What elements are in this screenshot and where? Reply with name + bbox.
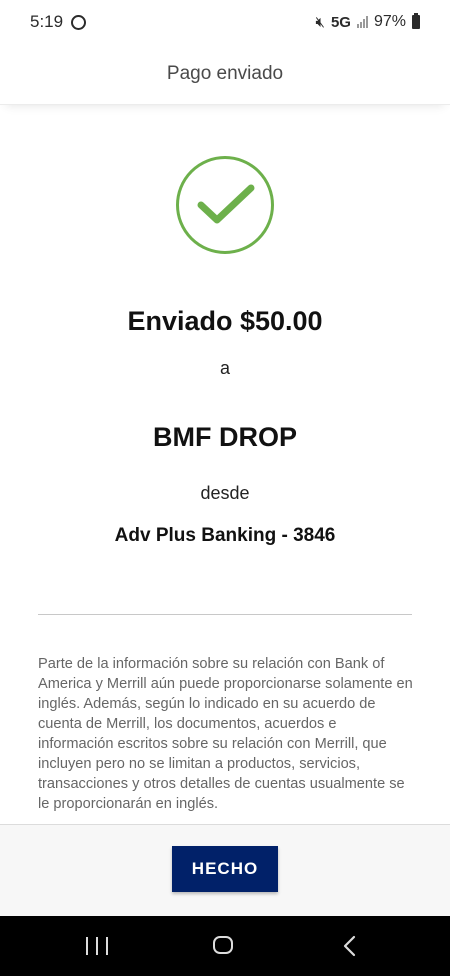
system-nav-bar [0, 916, 450, 976]
status-right: 🔇︎ 5G 97% [315, 13, 420, 31]
sent-amount: Enviado $50.00 [127, 306, 323, 336]
done-button[interactable]: HECHO [172, 846, 278, 892]
battery-percent: 97% [373, 13, 406, 30]
battery-icon [412, 13, 420, 29]
signal-icon [356, 16, 368, 28]
divider [38, 614, 412, 615]
from-label: desde [200, 483, 250, 503]
recents-icon[interactable] [86, 937, 108, 955]
status-left: 5:19 [30, 12, 87, 32]
back-icon[interactable] [342, 935, 356, 962]
recipient-name: BMF DROP [153, 422, 297, 452]
success-check-icon [176, 156, 274, 254]
source-account: Adv Plus Banking - 3846 [114, 525, 336, 546]
to-label: a [219, 358, 230, 378]
page-header: Pago enviado [0, 44, 450, 105]
footer-bar: HECHO [0, 824, 450, 917]
disclaimer-text: Parte de la información sobre su relació… [38, 656, 413, 812]
page-title: Pago enviado [166, 63, 284, 84]
disclaimer-scroll-area[interactable]: Parte de la información sobre su relació… [38, 654, 414, 824]
home-icon[interactable] [213, 936, 233, 954]
mute-icon: 🔇︎ [315, 13, 325, 31]
status-time: 5:19 [30, 12, 64, 31]
whatsapp-icon [71, 14, 87, 30]
network-type: 5G [330, 13, 351, 31]
status-bar: 5:19 🔇︎ 5G 97% [0, 0, 450, 44]
